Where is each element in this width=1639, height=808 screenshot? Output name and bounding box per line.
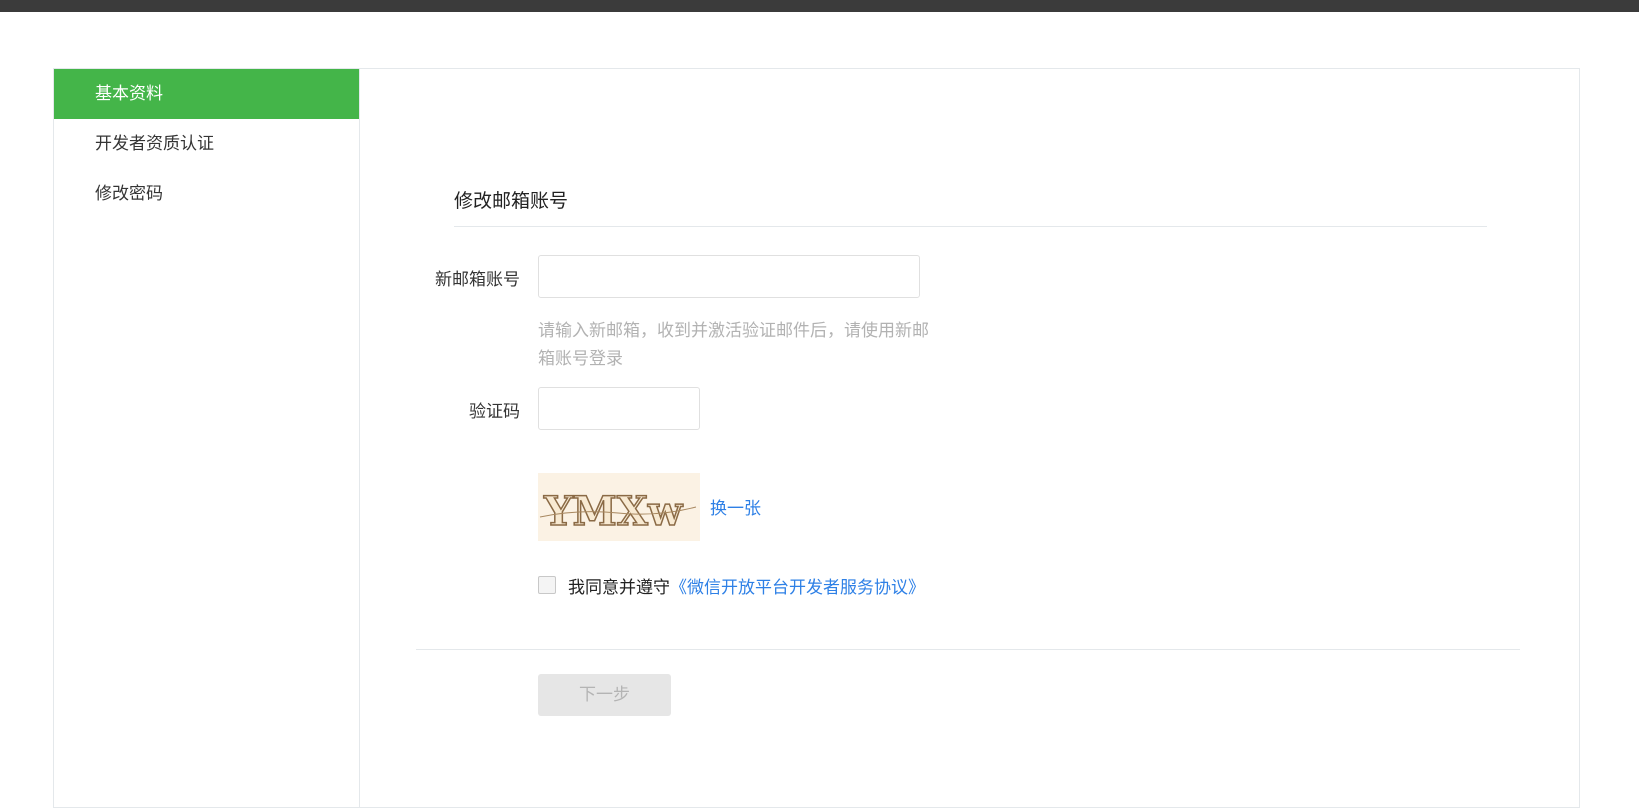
agree-text: 我同意并遵守 <box>568 577 670 598</box>
divider <box>416 649 1520 650</box>
sidebar-item-developer-certification[interactable]: 开发者资质认证 <box>54 119 359 169</box>
main-content: 修改邮箱账号 新邮箱账号 请输入新邮箱，收到并激活验证邮件后，请使用新邮箱账号登… <box>360 69 1579 807</box>
top-bar <box>0 0 1639 12</box>
agreement-link[interactable]: 《微信开放平台开发者服务协议》 <box>670 573 925 598</box>
refresh-captcha-link[interactable]: 换一张 <box>710 494 761 519</box>
agree-checkbox[interactable] <box>538 576 556 594</box>
settings-panel: 基本资料 开发者资质认证 修改密码 修改邮箱账号 新邮箱账号 请输入新邮箱，收到… <box>53 68 1580 808</box>
email-hint: 请输入新邮箱，收到并激活验证邮件后，请使用新邮箱账号登录 <box>538 321 929 369</box>
sidebar-item-change-password[interactable]: 修改密码 <box>54 169 359 219</box>
email-label: 新邮箱账号 <box>435 270 520 290</box>
captcha-graphic: YMXw <box>539 487 697 536</box>
captcha-text: YMXw <box>543 488 684 535</box>
next-step-button[interactable]: 下一步 <box>538 674 671 716</box>
section-title: 修改邮箱账号 <box>454 189 1487 227</box>
sidebar: 基本资料 开发者资质认证 修改密码 <box>54 69 360 807</box>
agreement-row: 我同意并遵守 《微信开放平台开发者服务协议》 <box>538 573 925 598</box>
new-email-input[interactable] <box>538 255 920 298</box>
captcha-input[interactable] <box>538 387 700 430</box>
captcha-label: 验证码 <box>469 402 520 422</box>
captcha-image[interactable]: YMXw <box>538 473 700 541</box>
sidebar-item-basic-info[interactable]: 基本资料 <box>54 69 359 119</box>
